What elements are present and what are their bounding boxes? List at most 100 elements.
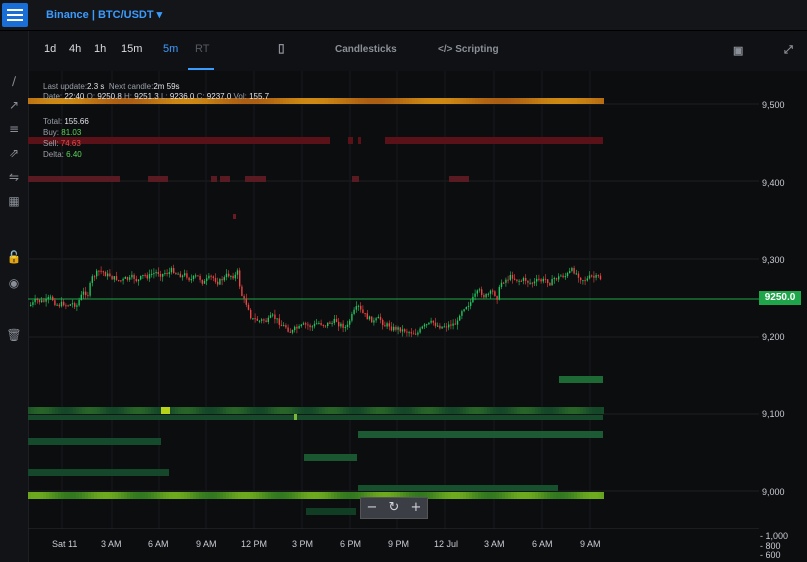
heatmap-cell [346, 98, 349, 104]
candle [258, 320, 261, 322]
heatmap-cell [325, 407, 328, 414]
heatmap-cell [127, 407, 130, 414]
heatmap-cell [538, 492, 541, 499]
hamburger-menu-icon[interactable] [2, 3, 28, 27]
timeframe-4h[interactable]: 4h [69, 43, 81, 55]
heatmap-cell [421, 407, 424, 414]
price-chart[interactable] [28, 71, 759, 529]
heatmap-cell [271, 407, 274, 414]
heatmap-cell [526, 407, 529, 414]
candle [476, 290, 478, 294]
heatmap-cell [592, 407, 595, 414]
heatmap-cell [583, 407, 586, 414]
candle [199, 275, 201, 280]
heatmap-cell [577, 98, 580, 104]
eye-icon[interactable]: ◉ [6, 275, 22, 291]
arrow-tool-icon[interactable]: ⇗ [6, 145, 22, 161]
lock-icon[interactable]: 🔓 [6, 249, 22, 265]
heatmap-cell [49, 407, 52, 414]
heatmap-cell [520, 492, 523, 499]
candle [573, 267, 575, 274]
exchange-pair-selector[interactable]: Binance | BTC/USDT ▾ [46, 8, 162, 21]
timeframe-15m[interactable]: 15m [121, 43, 142, 55]
heatmap-cell [148, 407, 151, 414]
zoom-out-button[interactable]: − [362, 498, 382, 518]
candle [120, 280, 122, 282]
heatmap-cell [34, 407, 37, 414]
candle [540, 279, 542, 282]
heatmap-cell [40, 492, 43, 499]
fullscreen-icon[interactable]: ⤢ [784, 44, 793, 57]
candlesticks-button[interactable]: Candlesticks [335, 44, 397, 55]
heatmap-cell [523, 407, 526, 414]
heatmap-cell [580, 407, 583, 414]
heatmap-cell [121, 407, 124, 414]
heatmap-cell [280, 492, 283, 499]
heatmap-cell [64, 407, 67, 414]
heatmap-cell [334, 407, 337, 414]
candle [80, 294, 82, 300]
timeframe-5m[interactable]: 5m [163, 43, 178, 55]
candle [131, 274, 133, 278]
heatmap-cell [427, 407, 430, 414]
candle [151, 273, 153, 275]
candle [212, 276, 214, 278]
heatmap-cell [127, 492, 130, 499]
candle [593, 275, 595, 278]
time-axis-label: 9 AM [580, 539, 601, 549]
candle [430, 320, 432, 323]
heatmap-cell [430, 492, 433, 499]
heatmap-cell [508, 98, 511, 104]
timeframe-1h[interactable]: 1h [94, 43, 106, 55]
candle [164, 273, 166, 275]
candle [41, 300, 43, 303]
heatmap-cell [493, 492, 496, 499]
heatmap-cell [433, 492, 436, 499]
candle [575, 273, 577, 275]
candle [553, 278, 555, 280]
heatmap-cell [553, 98, 556, 104]
camera-icon[interactable]: ▣ [733, 44, 743, 57]
timeframe-rt[interactable]: RT [195, 43, 209, 55]
heatmap-cell [319, 407, 322, 414]
heatmap-cell [340, 492, 343, 499]
candle [144, 274, 146, 276]
heatmap-cell [577, 407, 580, 414]
trendline-tool-icon[interactable]: ∕ [6, 73, 22, 89]
heatmap-cell [169, 492, 172, 499]
heatmap-cell [418, 407, 421, 414]
heatmap-cell [133, 407, 136, 414]
ray-tool-icon[interactable]: ↗ [6, 97, 22, 113]
timeframe-1d[interactable]: 1d [44, 43, 56, 55]
zoom-reset-button[interactable]: ↻ [384, 498, 404, 518]
heatmap-cell [514, 98, 517, 104]
heatmap-cell [46, 492, 49, 499]
zoom-in-button[interactable]: + [406, 498, 426, 518]
heatmap-cell [559, 98, 562, 104]
heatmap-cell [349, 98, 352, 104]
candle [168, 272, 170, 274]
heatmap-cell [172, 492, 175, 499]
candle-type-icon[interactable]: ▯ [278, 41, 285, 55]
heatmap-cell [436, 98, 439, 104]
chevron-down-icon: ▾ [156, 9, 163, 21]
candle [305, 323, 307, 325]
candle [408, 332, 410, 334]
candle [366, 313, 368, 320]
scripting-button[interactable]: </> Scripting [438, 44, 499, 55]
heatmap-cell [358, 98, 361, 104]
candle [399, 327, 401, 332]
horizontal-lines-tool-icon[interactable]: ≡ [6, 121, 22, 137]
heatmap-cell [556, 98, 559, 104]
heatmap-cell [97, 407, 100, 414]
trash-icon[interactable]: 🗑 [6, 327, 22, 343]
heatmap-cell [523, 98, 526, 104]
channel-tool-icon[interactable]: ⇋ [6, 169, 22, 185]
candle [210, 275, 212, 277]
heatmap-cell [397, 407, 400, 414]
heatmap-cell [559, 407, 562, 414]
heatmap-cell [232, 492, 235, 499]
ruler-tool-icon[interactable]: ▦ [6, 193, 22, 209]
candle [362, 309, 364, 314]
heatmap-cell [448, 492, 451, 499]
